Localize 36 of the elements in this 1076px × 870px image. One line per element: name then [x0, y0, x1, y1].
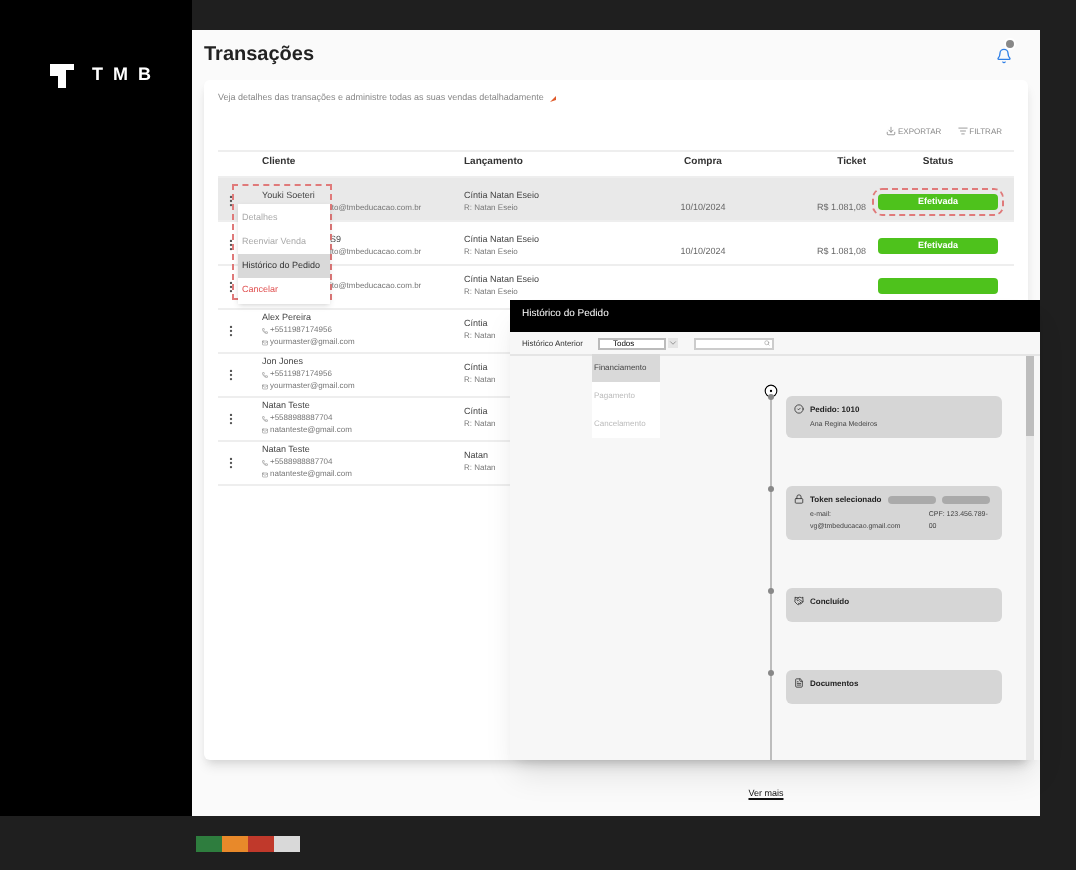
color-swatch[interactable] [222, 836, 248, 852]
color-swatch[interactable] [274, 836, 300, 852]
mail-icon [262, 383, 268, 390]
color-swatch[interactable] [248, 836, 274, 852]
more-icon[interactable] [224, 323, 238, 338]
more-icon[interactable] [224, 455, 238, 470]
chevron-down-icon[interactable] [668, 338, 679, 348]
more-icon[interactable] [224, 279, 238, 294]
phone-icon [262, 371, 268, 378]
mail-icon [262, 471, 268, 478]
document-icon [794, 677, 804, 688]
bell-icon[interactable] [996, 47, 1012, 63]
handshake-icon [794, 595, 804, 606]
more-icon[interactable] [224, 238, 238, 253]
more-icon[interactable] [224, 367, 238, 382]
lock-icon [794, 494, 804, 505]
download-icon [885, 126, 896, 137]
check-circle-icon [794, 404, 804, 414]
phone-icon [262, 327, 268, 334]
color-swatch[interactable] [196, 836, 222, 852]
timeline-start-icon [764, 384, 778, 398]
filter-icon [957, 126, 968, 137]
search-icon [764, 340, 771, 346]
more-icon[interactable] [224, 411, 238, 426]
mail-icon [262, 427, 268, 434]
search-field[interactable] [694, 337, 775, 349]
mail-icon [262, 339, 268, 346]
redacted-chip [887, 496, 936, 505]
logo-icon [48, 60, 76, 92]
logo-text: TMB [92, 62, 161, 89]
redacted-chip [941, 496, 990, 505]
phone-icon [262, 459, 268, 466]
page-title: Transações [204, 42, 315, 70]
more-icon[interactable] [224, 194, 238, 209]
status-button[interactable] [878, 278, 998, 295]
phone-icon [262, 415, 268, 422]
